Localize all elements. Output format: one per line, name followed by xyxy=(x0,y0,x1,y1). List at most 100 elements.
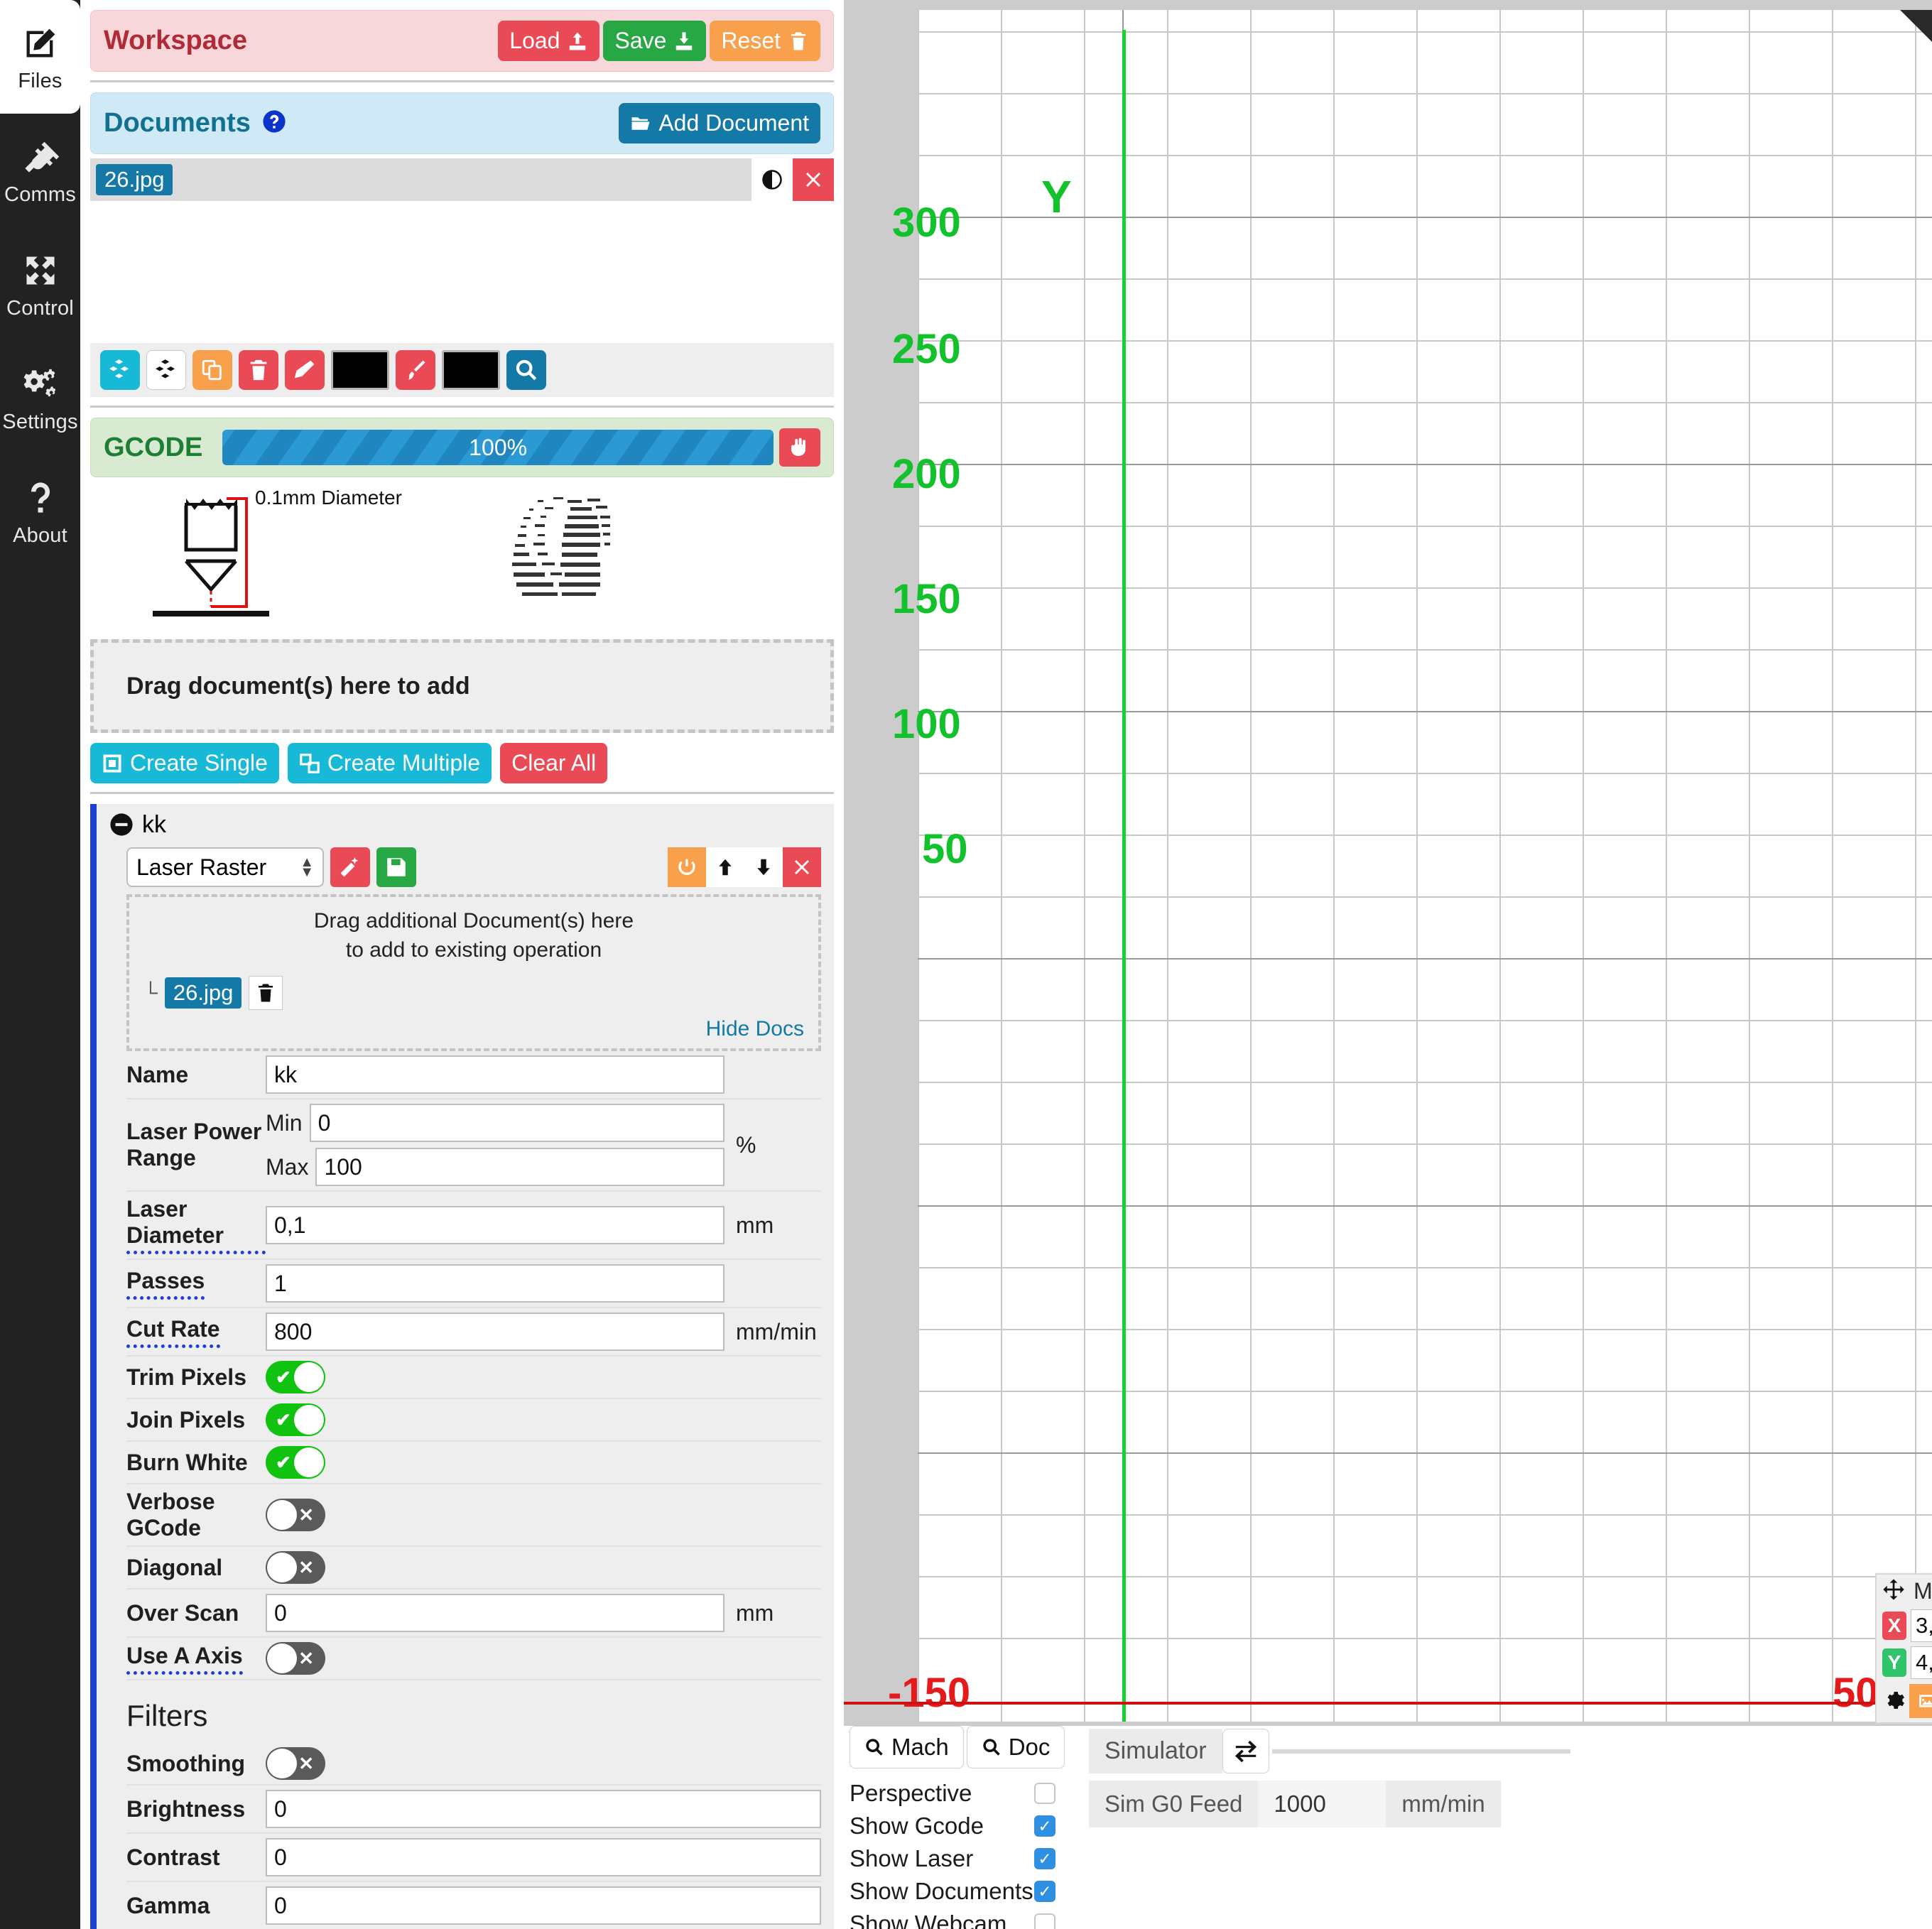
blocks-icon[interactable] xyxy=(146,350,186,390)
minus-circle-icon[interactable] xyxy=(109,813,135,838)
simulator-slider[interactable] xyxy=(1271,1749,1570,1754)
document-row[interactable]: 26.jpg xyxy=(90,158,834,201)
cut-rate-input[interactable]: 800 xyxy=(266,1313,724,1351)
option-show-documents[interactable]: Show Documents ✓ xyxy=(850,1875,1055,1908)
arrow-down-icon[interactable] xyxy=(744,847,783,887)
sim-feed-input[interactable]: 1000 xyxy=(1258,1781,1386,1827)
load-button[interactable]: Load xyxy=(498,21,600,61)
workspace-canvas[interactable]: Y 300 250 200 150 100 50 -150 50 Min Cen… xyxy=(844,0,1932,1929)
reset-button[interactable]: Reset xyxy=(710,21,820,61)
save-button[interactable]: Save xyxy=(603,21,707,61)
bottom-bar: Mach Doc Perspective Show Gcode ✓ Show L… xyxy=(844,1726,1932,1929)
search-icon[interactable] xyxy=(506,350,546,390)
create-single-button[interactable]: Create Single xyxy=(90,743,279,783)
join-pixels-toggle[interactable]: ✔ xyxy=(266,1403,325,1436)
contrast-input[interactable]: 0 xyxy=(266,1838,821,1876)
field-label[interactable]: Laser Diameter xyxy=(126,1196,266,1254)
operation-header[interactable]: kk xyxy=(97,811,834,839)
gear-icon[interactable] xyxy=(1882,1689,1906,1713)
move-arrows-icon[interactable] xyxy=(1882,1578,1914,1604)
gamma-input[interactable]: 0 xyxy=(266,1886,821,1925)
show-gcode-checkbox[interactable]: ✓ xyxy=(1034,1815,1055,1837)
tab-label: Mach xyxy=(891,1734,949,1760)
operation-type-select[interactable]: Laser Raster ▲ ▼ xyxy=(126,847,324,887)
option-show-webcam[interactable]: Show Webcam xyxy=(850,1908,1055,1929)
power-max-input[interactable]: 100 xyxy=(315,1148,724,1186)
arrows-expand-icon xyxy=(22,249,59,293)
add-document-button[interactable]: Add Document xyxy=(619,103,820,143)
blocks-active-icon[interactable] xyxy=(100,350,140,390)
y-min-input[interactable]: 4,61 xyxy=(1911,1646,1932,1679)
close-icon[interactable] xyxy=(793,158,834,201)
clear-all-button[interactable]: Clear All xyxy=(500,743,608,783)
tab-mach[interactable]: Mach xyxy=(850,1726,964,1768)
passes-input[interactable]: 1 xyxy=(266,1264,724,1303)
trash-icon[interactable] xyxy=(249,976,283,1010)
verbose-gcode-toggle[interactable]: ✕ xyxy=(266,1499,325,1531)
document-name-tag[interactable]: 26.jpg xyxy=(96,164,173,195)
field-gamma: Gamma 0 xyxy=(126,1882,821,1929)
x-tick-50: 50 xyxy=(1833,1670,1879,1716)
create-multiple-button[interactable]: Create Multiple xyxy=(287,743,492,783)
arrow-up-icon[interactable] xyxy=(706,847,744,887)
option-show-laser[interactable]: Show Laser ✓ xyxy=(850,1842,1055,1875)
nav-item-control[interactable]: Control xyxy=(0,227,80,341)
nav-item-about[interactable]: About xyxy=(0,455,80,568)
copy-icon[interactable] xyxy=(192,350,232,390)
swap-arrows-icon[interactable] xyxy=(1222,1729,1269,1773)
tab-doc[interactable]: Doc xyxy=(966,1726,1065,1768)
hide-docs-link[interactable]: Hide Docs xyxy=(143,1017,804,1041)
floppy-disk-icon[interactable] xyxy=(376,847,416,887)
fill-color-swatch[interactable] xyxy=(442,350,500,390)
field-label: Join Pixels xyxy=(126,1406,246,1433)
nav-item-settings[interactable]: Settings xyxy=(0,341,80,455)
power-min-input[interactable]: 0 xyxy=(309,1104,724,1142)
nav-item-comms[interactable]: Comms xyxy=(0,114,80,227)
diagonal-toggle[interactable]: ✕ xyxy=(266,1551,325,1584)
over-scan-input[interactable]: 0 xyxy=(266,1594,724,1632)
search-icon xyxy=(983,1739,1000,1756)
laser-diameter-input[interactable]: 0,1 xyxy=(266,1206,724,1244)
x-min-input[interactable]: 3,18 xyxy=(1911,1609,1932,1642)
perspective-checkbox[interactable] xyxy=(1034,1783,1055,1804)
document-dropzone[interactable]: Drag document(s) here to add xyxy=(90,639,834,733)
option-show-gcode[interactable]: Show Gcode ✓ xyxy=(850,1810,1055,1842)
hand-stop-icon[interactable] xyxy=(779,428,820,467)
y-tick-150: 150 xyxy=(892,576,961,622)
close-icon[interactable] xyxy=(783,847,821,887)
power-icon[interactable] xyxy=(668,847,706,887)
field-label[interactable]: Cut Rate xyxy=(126,1316,220,1348)
name-input[interactable]: kk xyxy=(266,1055,724,1094)
question-circle-icon[interactable] xyxy=(262,109,286,137)
show-laser-checkbox[interactable]: ✓ xyxy=(1034,1848,1055,1869)
operation-document-tag[interactable]: 26.jpg xyxy=(164,977,242,1009)
trim-pixels-toggle[interactable]: ✔ xyxy=(266,1361,325,1393)
magic-wand-icon[interactable] xyxy=(330,847,370,887)
y-tick-200: 200 xyxy=(892,451,961,497)
show-webcam-checkbox[interactable] xyxy=(1034,1913,1055,1929)
work-plate[interactable] xyxy=(918,10,1932,1722)
use-a-axis-toggle[interactable]: ✕ xyxy=(266,1642,325,1675)
nav-item-files[interactable]: Files xyxy=(0,0,80,114)
brush-icon[interactable] xyxy=(396,350,435,390)
field-unit: % xyxy=(736,1131,756,1158)
field-name: Name kk xyxy=(126,1051,821,1099)
trash-icon[interactable] xyxy=(239,350,278,390)
pencil-icon[interactable] xyxy=(285,350,325,390)
stroke-color-swatch[interactable] xyxy=(331,350,389,390)
save-label: Save xyxy=(614,28,667,53)
contrast-icon[interactable] xyxy=(751,158,793,201)
simulator-label: Simulator xyxy=(1089,1729,1222,1773)
operation-dropzone[interactable]: Drag additional Document(s) here to add … xyxy=(126,894,821,1051)
show-documents-checkbox[interactable]: ✓ xyxy=(1034,1881,1055,1902)
field-unit: mm xyxy=(736,1212,774,1238)
field-label[interactable]: Passes xyxy=(126,1268,205,1300)
nav-item-label: Files xyxy=(18,69,63,92)
option-perspective[interactable]: Perspective xyxy=(850,1777,1055,1810)
smoothing-toggle[interactable]: ✕ xyxy=(266,1747,325,1780)
field-contrast: Contrast 0 xyxy=(126,1834,821,1882)
burn-white-toggle[interactable]: ✔ xyxy=(266,1446,325,1479)
field-label[interactable]: Use A Axis xyxy=(126,1643,243,1675)
brightness-input[interactable]: 0 xyxy=(266,1790,821,1828)
raster-opt-button[interactable]: Raster Opt. xyxy=(1909,1684,1932,1718)
